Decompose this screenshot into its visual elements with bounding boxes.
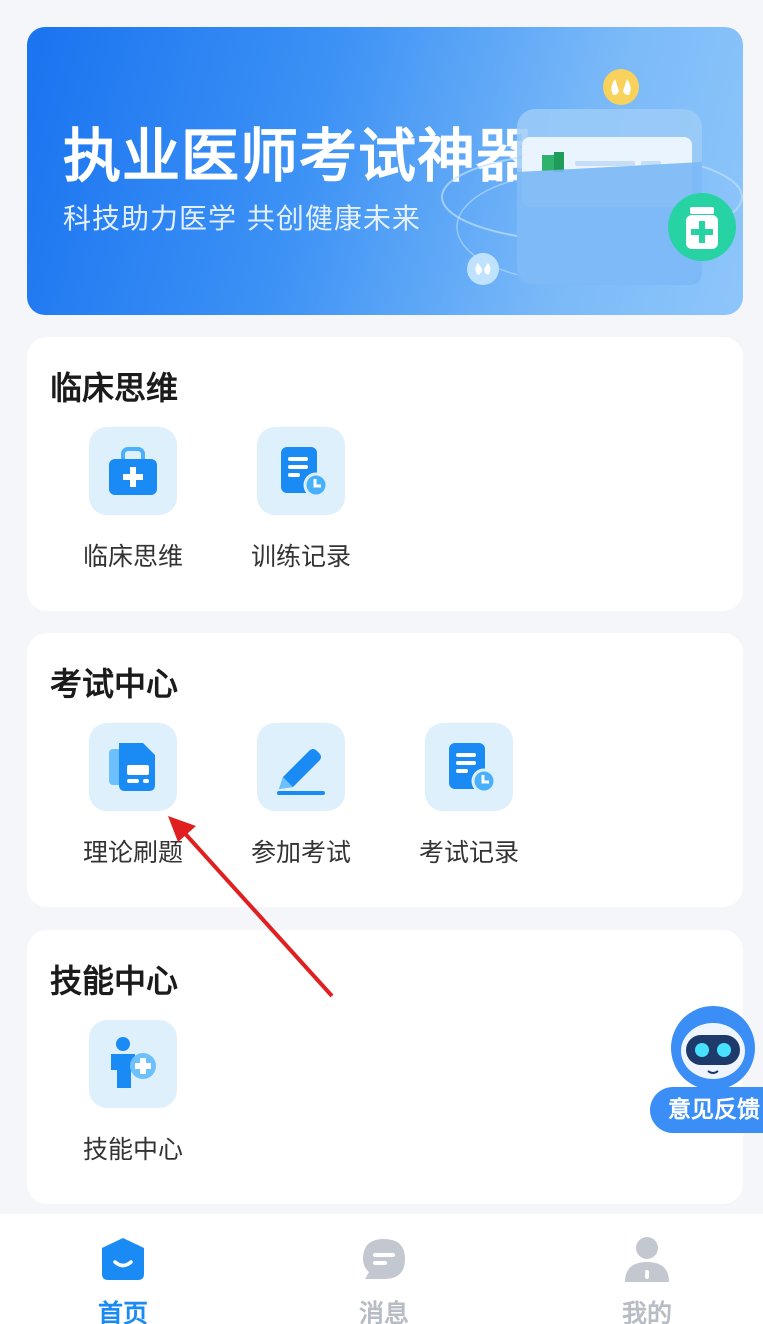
section-title: 临床思维 [50,369,179,407]
skill-center-card: 技能中心 技能中心 [27,930,743,1204]
banner-subtitle: 科技助力医学 共创健康未来 [63,202,421,235]
feedback-button[interactable]: 意见反馈 [650,1005,763,1133]
message-icon [363,1239,405,1279]
person-plus-icon [89,1020,177,1108]
exam-center-card: 考试中心 理论刷题 参加考试 考试记录 [27,633,743,907]
tile-label: 技能中心 [82,1135,183,1164]
document-clock-icon [257,427,345,515]
tile-label: 考试记录 [418,838,519,867]
robot-icon [671,1006,755,1090]
tile-exam-record[interactable]: 考试记录 [394,723,544,869]
bottom-tab-bar: 首页 消息 我的 [0,1214,763,1324]
tile-label: 理论刷题 [82,838,183,867]
pencil-icon [257,723,345,811]
document-clock-icon [425,723,513,811]
promo-banner[interactable]: 执业医师考试神器 科技助力医学 共创健康未来 [27,27,743,315]
tab-label: 消息 [358,1299,409,1324]
tab-label: 首页 [97,1299,148,1324]
feedback-label: 意见反馈 [650,1087,763,1133]
document-stack-icon [89,723,177,811]
tab-profile[interactable]: 我的 [577,1234,717,1324]
folder-illustration [441,69,743,285]
tile-clinical-thinking[interactable]: 临床思维 [58,427,208,573]
tile-skill-center[interactable]: 技能中心 [58,1020,208,1166]
tab-home[interactable]: 首页 [53,1234,193,1324]
tile-label: 临床思维 [82,542,183,571]
tile-training-record[interactable]: 训练记录 [226,427,376,573]
tile-label: 参加考试 [250,838,351,867]
clinical-thinking-card: 临床思维 临床思维 训练记录 [27,337,743,611]
profile-icon [625,1237,669,1282]
medical-kit-icon [89,427,177,515]
home-icon [102,1238,144,1280]
tab-label: 我的 [621,1299,672,1324]
tile-label: 训练记录 [250,542,351,571]
section-title: 考试中心 [50,665,179,703]
tile-theory-practice[interactable]: 理论刷题 [58,723,208,869]
tile-take-exam[interactable]: 参加考试 [226,723,376,869]
section-title: 技能中心 [50,962,179,1000]
tab-messages[interactable]: 消息 [314,1234,454,1324]
